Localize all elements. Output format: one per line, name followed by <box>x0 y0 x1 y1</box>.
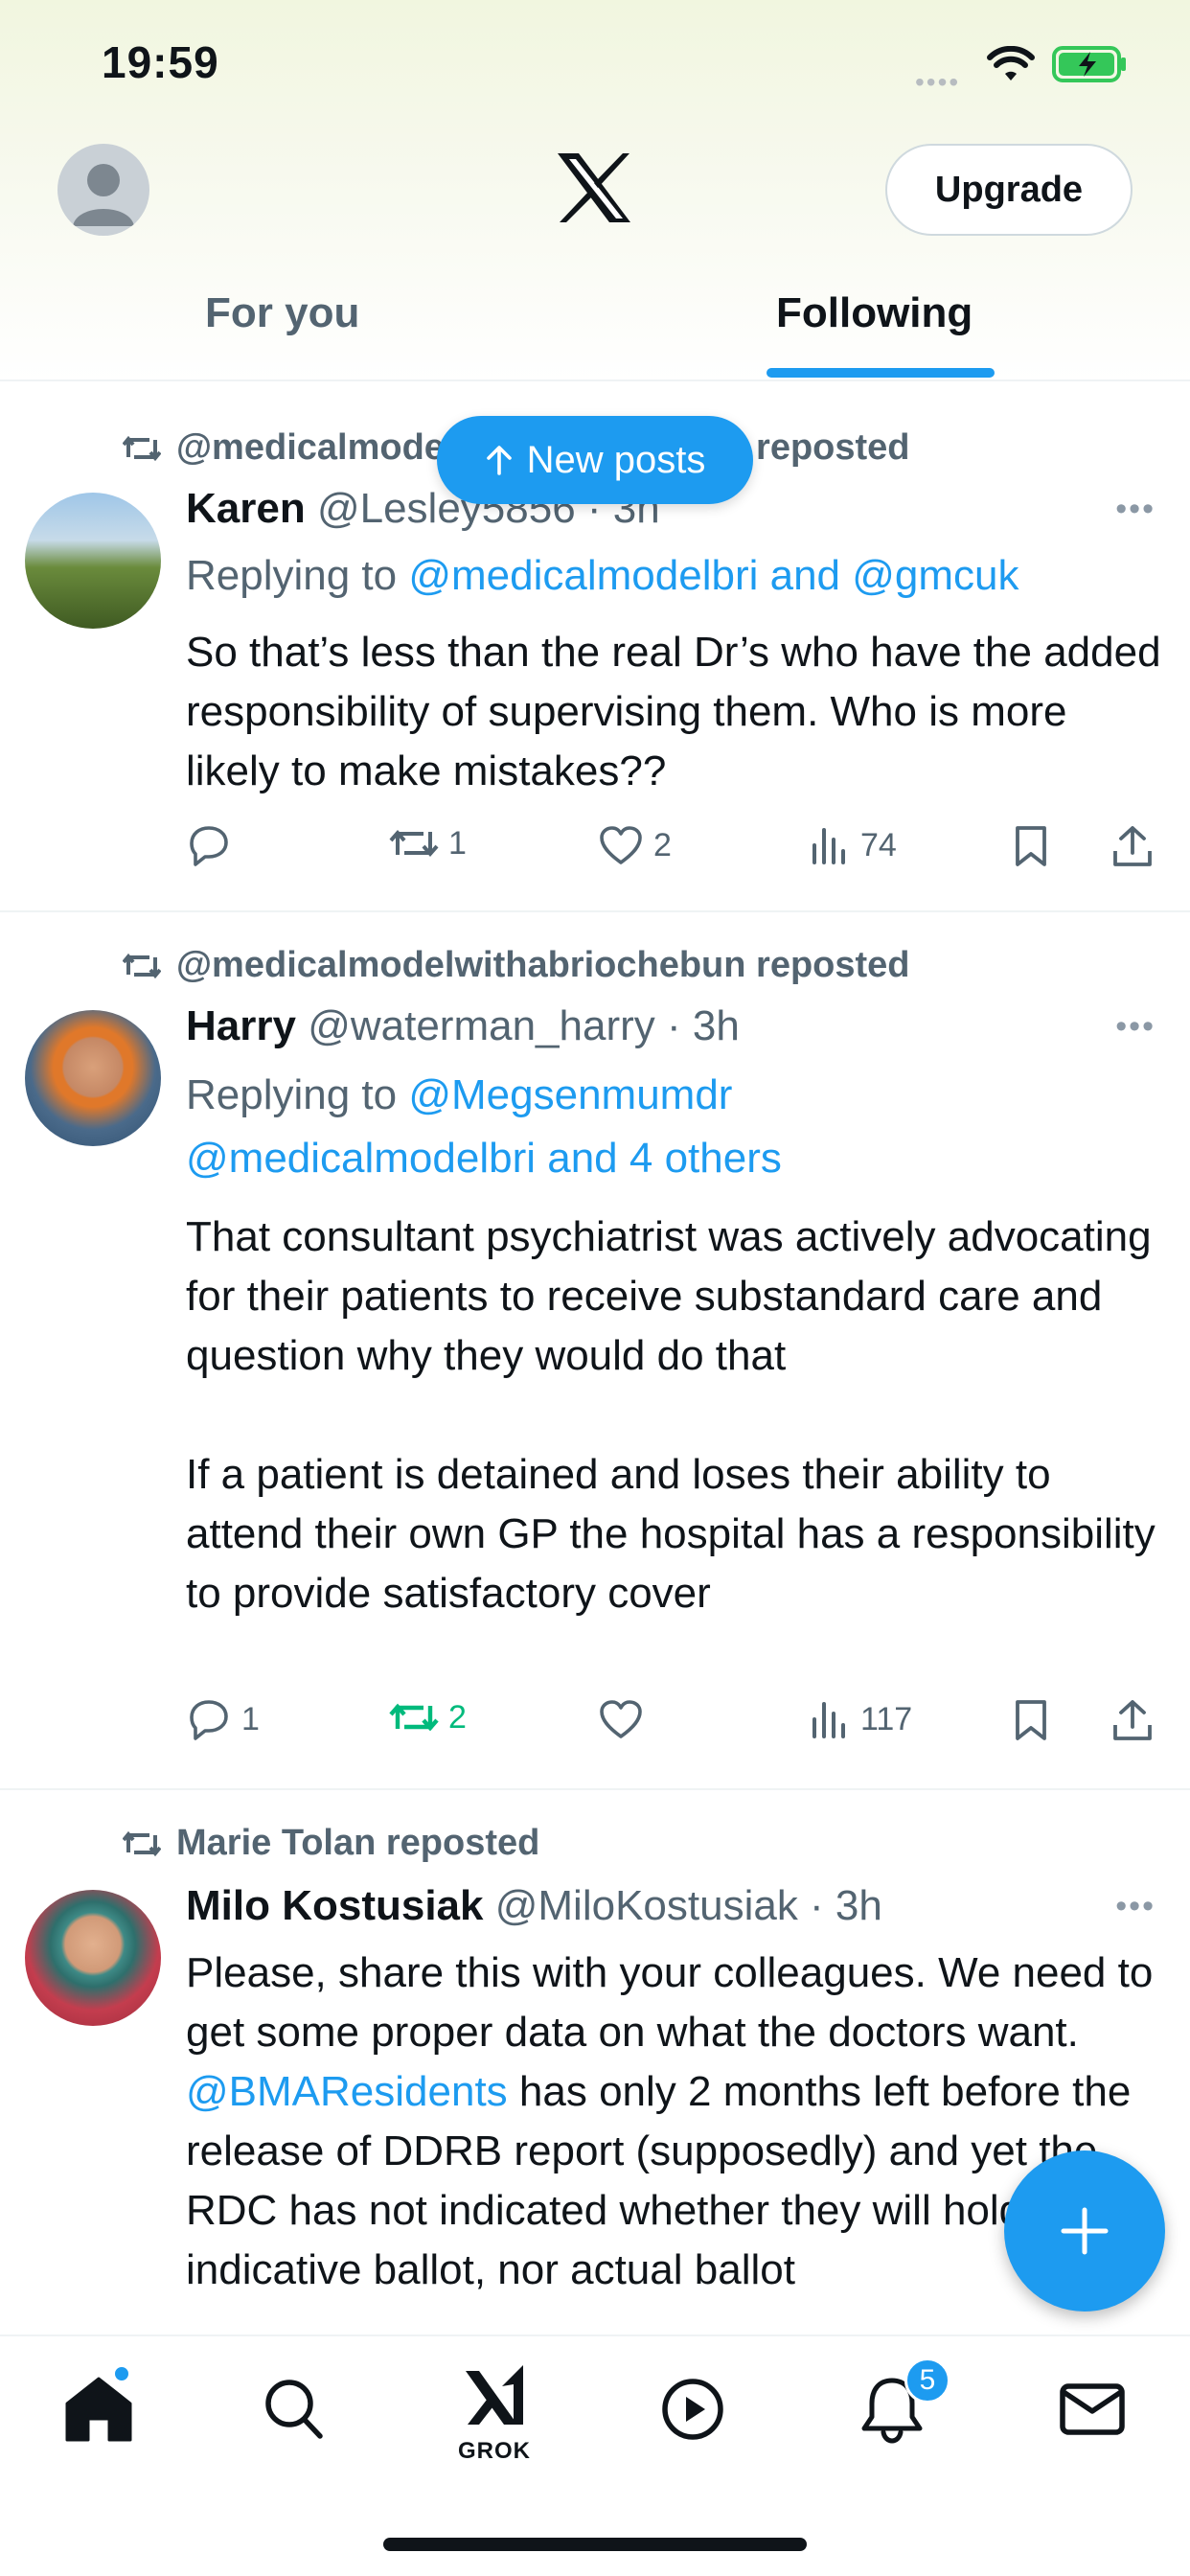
reply-target-link[interactable]: @Megsenmumdr <box>408 1071 732 1118</box>
replying-to: Replying to @Megsenmumdr @medicalmodelbr… <box>186 1064 782 1190</box>
profile-avatar[interactable] <box>57 144 149 236</box>
tab-following[interactable]: Following <box>776 289 973 337</box>
repost-icon <box>123 1830 161 1856</box>
repost-icon <box>389 829 439 858</box>
repost-context: @medicalmodelwithabriochebun reposted <box>123 945 910 986</box>
repost-button[interactable]: 1 <box>389 824 467 862</box>
repost-count: 1 <box>448 824 467 862</box>
grok-icon[interactable] <box>460 2361 531 2432</box>
home-indicator <box>383 2538 807 2551</box>
bookmark-button[interactable] <box>1012 1698 1050 1742</box>
repost-context-text: Marie Tolan reposted <box>176 1823 540 1863</box>
like-count: 2 <box>653 826 672 863</box>
post-actions: 1 2 74 <box>186 824 1154 882</box>
like-button[interactable]: 2 <box>598 824 672 866</box>
more-options-icon[interactable]: ••• <box>1115 491 1156 528</box>
search-icon[interactable] <box>261 2375 326 2444</box>
repost-button[interactable]: 2 <box>389 1698 467 1736</box>
heart-icon <box>600 1700 642 1738</box>
reply-button[interactable]: 1 <box>186 1698 260 1740</box>
post-text-segment: Please, share this with your colleagues.… <box>186 1949 1154 2056</box>
repost-icon <box>389 1703 439 1732</box>
post-header: Harry @waterman_harry · 3h <box>186 1002 740 1050</box>
reply-count: 1 <box>241 1700 260 1737</box>
post-text-paragraph: That consultant psychiatrist was activel… <box>186 1213 1152 1379</box>
x-logo-icon <box>558 153 630 222</box>
battery-charging-icon <box>1052 46 1126 82</box>
compose-post-button[interactable] <box>1004 2150 1165 2312</box>
like-button[interactable] <box>598 1698 653 1740</box>
bookmark-icon <box>1016 826 1046 866</box>
messages-envelope-icon[interactable] <box>1058 2375 1127 2444</box>
repost-count: 2 <box>448 1698 467 1736</box>
post-header: Milo Kostusiak @MiloKostusiak · 3h <box>186 1882 882 1930</box>
home-unread-dot <box>113 2365 130 2382</box>
post-text: That consultant psychiatrist was activel… <box>186 1208 1163 1623</box>
repost-icon <box>123 953 161 978</box>
post-handle-time[interactable]: @waterman_harry · 3h <box>308 1002 740 1049</box>
repost-context-text: @medicalmodelwithabriochebun reposted <box>176 945 910 985</box>
wifi-icon <box>987 46 1035 80</box>
bookmark-button[interactable] <box>1012 824 1050 868</box>
plus-icon <box>1061 2207 1109 2255</box>
post-text: So that’s less than the real Dr’s who ha… <box>186 629 1161 794</box>
replying-to-prefix: Replying to <box>186 1071 409 1118</box>
post-text-paragraph: If a patient is detained and loses their… <box>186 1451 1156 1617</box>
tab-selected-indicator <box>767 368 995 378</box>
repost-context: Marie Tolan reposted <box>123 1823 539 1864</box>
share-button[interactable] <box>1111 824 1154 868</box>
views-count: 74 <box>860 826 897 863</box>
replying-to-prefix: Replying to <box>186 552 409 599</box>
video-play-icon[interactable] <box>659 2375 726 2444</box>
new-posts-label: New posts <box>526 438 706 481</box>
more-options-icon[interactable]: ••• <box>1115 1888 1156 1925</box>
reply-icon <box>190 1700 228 1740</box>
views-chart-icon <box>812 1702 845 1738</box>
views-chart-icon <box>812 828 845 864</box>
bookmark-icon <box>1016 1700 1046 1740</box>
post-author-name[interactable]: Karen <box>186 485 306 532</box>
arrow-up-icon <box>486 446 512 475</box>
share-button[interactable] <box>1111 1698 1154 1742</box>
post-author-name[interactable]: Milo Kostusiak <box>186 1882 484 1929</box>
reply-targets-link[interactable]: @medicalmodelbri and 4 others <box>186 1135 782 1182</box>
upgrade-button[interactable]: Upgrade <box>885 144 1133 236</box>
post-actions: 1 2 117 <box>186 1698 1154 1756</box>
views-button[interactable]: 74 <box>809 824 897 866</box>
home-icon[interactable] <box>63 2375 134 2444</box>
share-icon <box>1113 1700 1152 1740</box>
repost-icon <box>123 435 161 461</box>
avatar[interactable] <box>25 1890 161 2026</box>
reply-icon <box>190 826 228 866</box>
heart-icon <box>600 826 642 864</box>
cellular-signal-icon: •••• <box>915 67 961 97</box>
post-card[interactable]: @medicalmodelwithabriochebun reposted Ha… <box>0 914 1190 1790</box>
grok-label: GROK <box>458 2438 531 2464</box>
status-bar: 19:59 •••• <box>0 0 1190 125</box>
new-posts-button[interactable]: New posts <box>437 416 753 504</box>
default-avatar-icon <box>73 164 134 226</box>
mention-link[interactable]: @BMAResidents <box>186 2068 508 2115</box>
tab-for-you[interactable]: For you <box>205 289 359 337</box>
replying-to: Replying to @medicalmodelbri and @gmcuk <box>186 544 1019 608</box>
post-author-name[interactable]: Harry <box>186 1002 296 1049</box>
views-count: 117 <box>860 1700 913 1737</box>
avatar[interactable] <box>25 1010 161 1146</box>
status-time: 19:59 <box>102 37 219 87</box>
share-icon <box>1113 826 1152 866</box>
post-handle-time[interactable]: @MiloKostusiak · 3h <box>495 1882 882 1929</box>
more-options-icon[interactable]: ••• <box>1115 1008 1156 1046</box>
timeline-tabs: For you Following <box>0 268 1190 381</box>
reply-button[interactable] <box>186 824 241 866</box>
reply-targets-link[interactable]: @medicalmodelbri and @gmcuk <box>408 552 1018 599</box>
notification-badge: 5 <box>904 2358 950 2404</box>
views-button[interactable]: 117 <box>809 1698 912 1740</box>
avatar[interactable] <box>25 493 161 629</box>
